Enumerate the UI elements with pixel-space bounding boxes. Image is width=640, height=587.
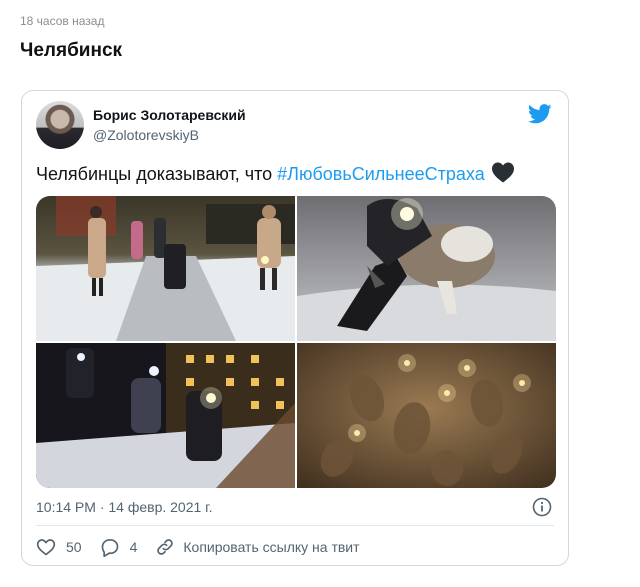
avatar[interactable] [36, 101, 84, 149]
heart-outline-icon [36, 539, 56, 556]
link-icon [157, 539, 174, 555]
photo-2[interactable] [297, 196, 556, 341]
hashtag-link[interactable]: #ЛюбовьСильнееСтраха [277, 164, 485, 184]
time-ago: 18 часов назад [20, 14, 105, 28]
divider [36, 525, 554, 526]
author-handle[interactable]: @ZolotorevskiyB [93, 127, 199, 143]
page-title: Челябинск [20, 40, 123, 61]
photo-grid [36, 196, 556, 488]
like-button[interactable]: 50 [36, 537, 82, 557]
comment-icon [101, 539, 118, 557]
photo-1[interactable] [36, 196, 295, 341]
likes-count: 50 [66, 539, 82, 555]
reply-button[interactable]: 4 [100, 537, 138, 557]
photo-3[interactable] [36, 343, 295, 488]
photo-4[interactable] [297, 343, 556, 488]
author-name[interactable]: Борис Золотаревский [93, 107, 246, 123]
tweet-actions: 50 4 Копировать ссылку на твит [36, 537, 378, 557]
info-icon[interactable] [532, 497, 552, 517]
replies-count: 4 [129, 539, 138, 555]
twitter-bird-icon[interactable] [528, 103, 552, 125]
tweet-text-body: Челябинцы доказывают, что [36, 164, 278, 184]
copy-link-label: Копировать ссылку на твит [183, 539, 360, 555]
tweet-timestamp[interactable]: 10:14 PM · 14 февр. 2021 г. [36, 499, 212, 515]
embedded-tweet[interactable]: Борис Золотаревский @ZolotorevskiyB Челя… [21, 90, 569, 566]
copy-link-button[interactable]: Копировать ссылку на твит [155, 537, 360, 557]
tweet-text: Челябинцы доказывают, что #ЛюбовьСильнее… [36, 161, 515, 185]
black-heart-icon [491, 162, 514, 183]
